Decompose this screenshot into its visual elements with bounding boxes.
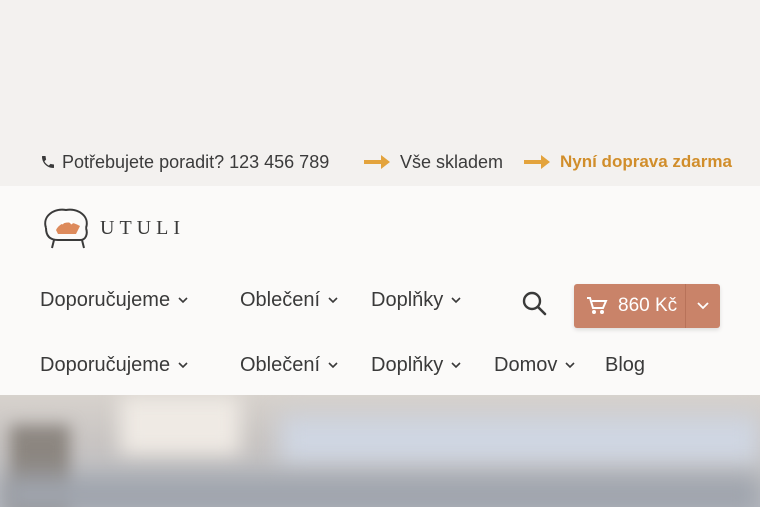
nav-item-label: Doplňky [371,289,444,311]
chevron-down-icon [565,362,575,369]
chevron-down-icon [451,297,461,304]
top-info-bar: Potřebujete poradit? 123 456 789 Vše skl… [0,138,760,186]
nav-item-recommended[interactable]: Doporučujeme [40,289,188,312]
phone-contact[interactable]: Potřebujete poradit? 123 456 789 [40,152,329,173]
chevron-down-icon [178,362,188,369]
site-header: UTULI [0,186,760,269]
nav-item-label: Doplňky [371,354,444,376]
nav-item-accessories[interactable]: Doplňky [371,289,461,312]
nav-item-home[interactable]: Domov [494,354,575,377]
nav-item-accessories[interactable]: Doplňky [371,354,461,377]
site-logo[interactable]: UTULI [40,206,185,250]
nav-item-recommended[interactable]: Doporučujeme [40,354,188,377]
chevron-down-icon [451,362,461,369]
arrow-right-icon [524,155,550,169]
cart-icon [587,297,608,314]
nav-item-label: Doporučujeme [40,289,171,311]
chevron-down-icon [328,362,338,369]
phone-text: Potřebujete poradit? 123 456 789 [62,151,330,172]
nav-item-label: Blog [605,354,646,376]
search-button[interactable] [521,290,547,321]
hero-image [0,395,760,507]
benefit-in-stock: Vše skladem [364,152,503,173]
nav-item-clothing[interactable]: Oblečení [240,354,338,377]
arrow-right-icon [364,155,390,169]
hero-light-area [120,395,240,455]
nav-item-label: Oblečení [240,289,321,311]
chevron-down-icon [697,302,709,310]
nav-item-blog[interactable]: Blog [605,354,645,377]
cart-total: 860 Kč [618,295,678,316]
search-icon [522,291,547,316]
nav-item-label: Doporučujeme [40,354,171,376]
phone-icon [42,156,54,168]
cart-button[interactable]: 860 Kč [574,284,720,328]
armchair-logo-icon [44,208,88,249]
primary-nav: Doporučujeme Oblečení Doplňky 860 Kč [0,268,760,338]
hero-window-area [280,415,760,465]
nav-item-label: Domov [494,354,558,376]
chevron-down-icon [328,297,338,304]
benefit-label: Nyní doprava zdarma [560,152,732,171]
logo-text: UTULI [100,216,185,239]
benefit-free-shipping: Nyní doprava zdarma [524,152,732,172]
chevron-down-icon [178,297,188,304]
nav-item-label: Oblečení [240,354,321,376]
nav-item-clothing[interactable]: Oblečení [240,289,338,312]
cart-dropdown-toggle[interactable] [686,284,720,328]
secondary-nav: Doporučujeme Oblečení Doplňky Domov Blog [0,337,760,395]
hero-bottom-area [0,475,760,507]
benefit-label: Vše skladem [400,151,504,172]
cart-summary[interactable]: 860 Kč [574,284,685,328]
